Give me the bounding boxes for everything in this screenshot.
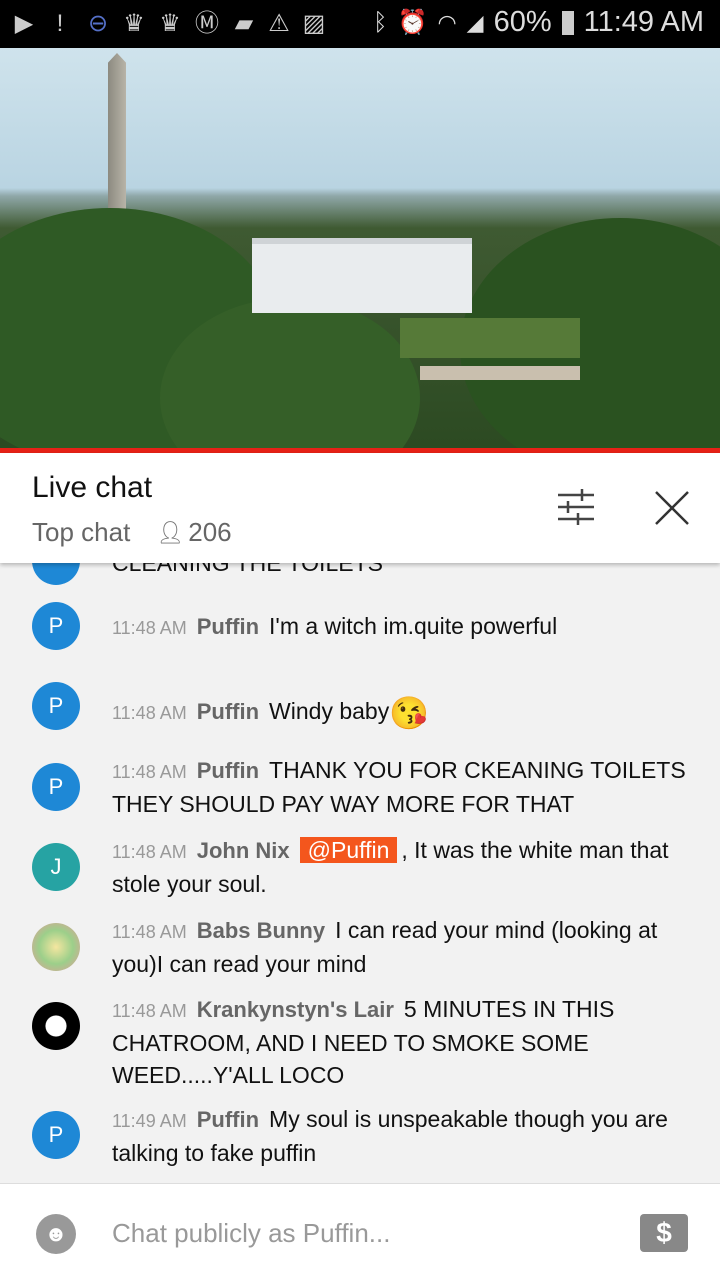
chat-message: 11:48 AM Puffin THANK YOU FOR CKEANING TOI… xyxy=(112,754,692,820)
timestamp: 11:48 AM xyxy=(112,1001,187,1021)
chat-message: 11:48 AM Puffin I'm a witch im.quite power… xyxy=(112,610,692,644)
viewer-count: 206 xyxy=(188,517,232,547)
avatar[interactable]: J xyxy=(32,843,80,891)
message-text: I can read your mind (looking at you)I c… xyxy=(112,917,658,977)
author-name[interactable]: Puffin xyxy=(197,1107,259,1132)
image-icon: ▨ xyxy=(302,10,326,37)
author-name[interactable]: John Nix xyxy=(197,838,290,863)
wifi-icon: ◠ xyxy=(437,9,457,35)
chat-message: 11:48 AM Krankynstyn's Lair 5 MINUTES IN T… xyxy=(112,993,692,1091)
top-chat-selector[interactable]: Top chat xyxy=(32,517,130,548)
message-alert-icon: ! xyxy=(56,10,64,37)
author-name[interactable]: Krankynstyn's Lair xyxy=(197,997,394,1022)
signal-icon: ◢ xyxy=(466,9,484,35)
alarm-icon: ⏰ xyxy=(397,9,428,36)
chat-header: Live chat Top chat 👤︎ 206 xyxy=(0,453,720,563)
filter-settings-icon[interactable] xyxy=(556,489,596,525)
white-house xyxy=(252,238,472,313)
close-icon[interactable] xyxy=(654,490,690,526)
message-text: My soul is unspeakable though you are ta… xyxy=(112,1106,668,1166)
chat-message: 11:48 AM John Nix @Puffin, It was the whit… xyxy=(112,834,692,900)
author-name[interactable]: Puffin xyxy=(197,699,259,724)
avatar[interactable] xyxy=(32,923,80,971)
avatar xyxy=(32,563,80,585)
timestamp: 11:48 AM xyxy=(112,922,187,942)
partial-message: CLEANING THE TOILETS xyxy=(112,563,383,576)
clock: 11:49 AM xyxy=(583,6,704,38)
author-name[interactable]: Babs Bunny xyxy=(197,918,325,943)
timestamp: 11:48 AM xyxy=(112,842,187,862)
lawn xyxy=(400,318,580,358)
mention-chip: @Puffin xyxy=(299,837,398,863)
video-player[interactable] xyxy=(0,48,720,448)
message-text: Windy baby xyxy=(269,698,390,724)
timestamp: 11:48 AM xyxy=(112,762,187,782)
message-text: I'm a witch im.quite powerful xyxy=(269,613,558,639)
chat-message: 11:48 AM Puffin Windy baby😘 xyxy=(112,695,692,729)
timestamp: 11:48 AM xyxy=(112,703,187,723)
super-chat-icon[interactable]: $ xyxy=(640,1214,688,1252)
youtube-icon: ▶ xyxy=(14,10,34,37)
monument xyxy=(108,53,126,213)
avatar[interactable]: P xyxy=(32,763,80,811)
kiss-emoji-icon: 😘 xyxy=(389,694,430,731)
folder-icon: ▰ xyxy=(234,10,254,37)
crown-icon: ♛ xyxy=(123,10,145,37)
warning-icon: ⚠ xyxy=(268,10,290,37)
avatar[interactable]: P xyxy=(32,1111,80,1159)
m-app-icon: Ⓜ xyxy=(195,10,219,37)
road xyxy=(420,366,580,380)
timestamp: 11:48 AM xyxy=(112,618,187,638)
author-name[interactable]: Puffin xyxy=(197,758,259,783)
timestamp: 11:49 AM xyxy=(112,1111,187,1131)
chat-input-bar: ☻ Chat publicly as Puffin... $ xyxy=(0,1183,720,1280)
status-bar: ▶ ! ⊖ ♛ ♛ Ⓜ ▰ ⚠ ▨ ᛒ ⏰ ◠ ◢ 60% 11:49 AM xyxy=(0,0,720,48)
chat-input[interactable]: Chat publicly as Puffin... xyxy=(112,1218,390,1249)
avatar[interactable] xyxy=(32,1002,80,1050)
author-name[interactable]: Puffin xyxy=(197,614,259,639)
emoji-icon[interactable]: ☻ xyxy=(36,1214,76,1254)
chat-title: Live chat xyxy=(32,471,153,504)
avatar[interactable]: P xyxy=(32,602,80,650)
chat-list[interactable]: CLEANING THE TOILETS P 11:48 AM Puffin I'm… xyxy=(0,563,720,1183)
chat-message: 11:48 AM Babs Bunny I can read your mind (… xyxy=(112,914,692,980)
bluetooth-icon: ᛒ xyxy=(373,8,388,36)
crown-icon: ♛ xyxy=(159,10,181,37)
pokeball-icon: ⊖ xyxy=(87,10,109,37)
battery-percent: 60% xyxy=(493,6,552,38)
chat-message: 11:49 AM Puffin My soul is unspeakable tho… xyxy=(112,1103,692,1169)
avatar[interactable]: P xyxy=(32,682,80,730)
person-icon: 👤︎ xyxy=(156,519,185,545)
battery-icon xyxy=(561,10,574,35)
